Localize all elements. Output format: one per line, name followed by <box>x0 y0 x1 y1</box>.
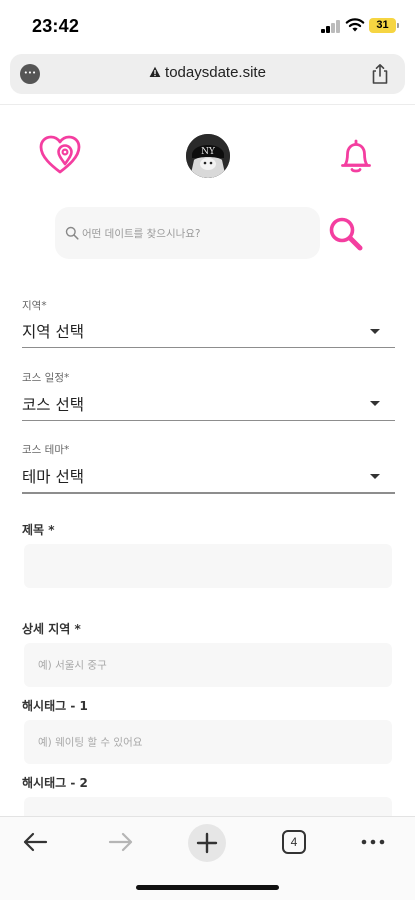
url-bar[interactable]: todaysdate.site <box>10 54 405 94</box>
back-icon[interactable] <box>22 831 48 853</box>
home-indicator[interactable] <box>136 885 279 890</box>
signal-icon <box>321 20 341 33</box>
hashtag1-placeholder: 예) 웨이팅 할 수 있어요 <box>38 736 143 749</box>
schedule-label: 코스 일정* <box>22 372 70 384</box>
avatar[interactable]: NY <box>186 134 230 178</box>
avatar-image: NY <box>186 134 230 178</box>
search-placeholder: 어떤 데이트를 찾으시나요? <box>82 228 201 240</box>
detail-region-input[interactable]: 예) 서울시 중구 <box>24 643 392 687</box>
url-text: todaysdate.site <box>165 64 266 81</box>
bell-icon[interactable] <box>339 138 373 174</box>
title-input[interactable] <box>24 544 392 588</box>
detail-region-label: 상세 지역 * <box>22 622 81 636</box>
hashtag1-input[interactable]: 예) 웨이팅 할 수 있어요 <box>24 720 392 764</box>
hashtag1-label: 해시태그 - 1 <box>22 699 88 713</box>
pin-heart-icon[interactable] <box>37 133 83 175</box>
tabs-icon[interactable]: 4 <box>282 830 306 854</box>
chevron-down-icon <box>370 329 380 334</box>
plus-icon <box>196 832 218 854</box>
theme-underline <box>22 492 395 494</box>
search-icon <box>65 226 79 240</box>
schedule-select-value: 코스 선택 <box>22 396 84 414</box>
chevron-down-icon <box>370 401 380 406</box>
share-icon[interactable] <box>369 63 391 85</box>
status-bar: 23:42 31 <box>0 0 415 52</box>
title-label: 제목 * <box>22 523 55 537</box>
status-time: 23:42 <box>32 16 80 36</box>
search-input[interactable]: 어떤 데이트를 찾으시나요? <box>55 207 320 259</box>
region-select-value: 지역 선택 <box>22 323 84 341</box>
chevron-down-icon <box>370 474 380 479</box>
theme-select-value: 테마 선택 <box>22 468 84 486</box>
theme-label: 코스 테마* <box>22 444 70 456</box>
region-label: 지역* <box>22 300 47 312</box>
svg-text:NY: NY <box>201 147 216 157</box>
forward-icon[interactable] <box>108 831 134 853</box>
hashtag2-input[interactable] <box>24 797 392 816</box>
more-icon[interactable] <box>360 837 386 847</box>
schedule-underline <box>22 420 395 421</box>
url-display[interactable]: todaysdate.site <box>10 64 405 81</box>
wifi-icon <box>345 18 365 32</box>
search-button[interactable] <box>327 215 365 253</box>
detail-region-placeholder: 예) 서울시 중구 <box>38 659 107 672</box>
region-underline <box>22 347 395 348</box>
hashtag2-label: 해시태그 - 2 <box>22 776 88 790</box>
new-tab-button[interactable] <box>188 824 226 862</box>
warning-icon <box>149 66 161 77</box>
divider <box>0 104 415 105</box>
battery-indicator: 31 <box>369 18 399 33</box>
